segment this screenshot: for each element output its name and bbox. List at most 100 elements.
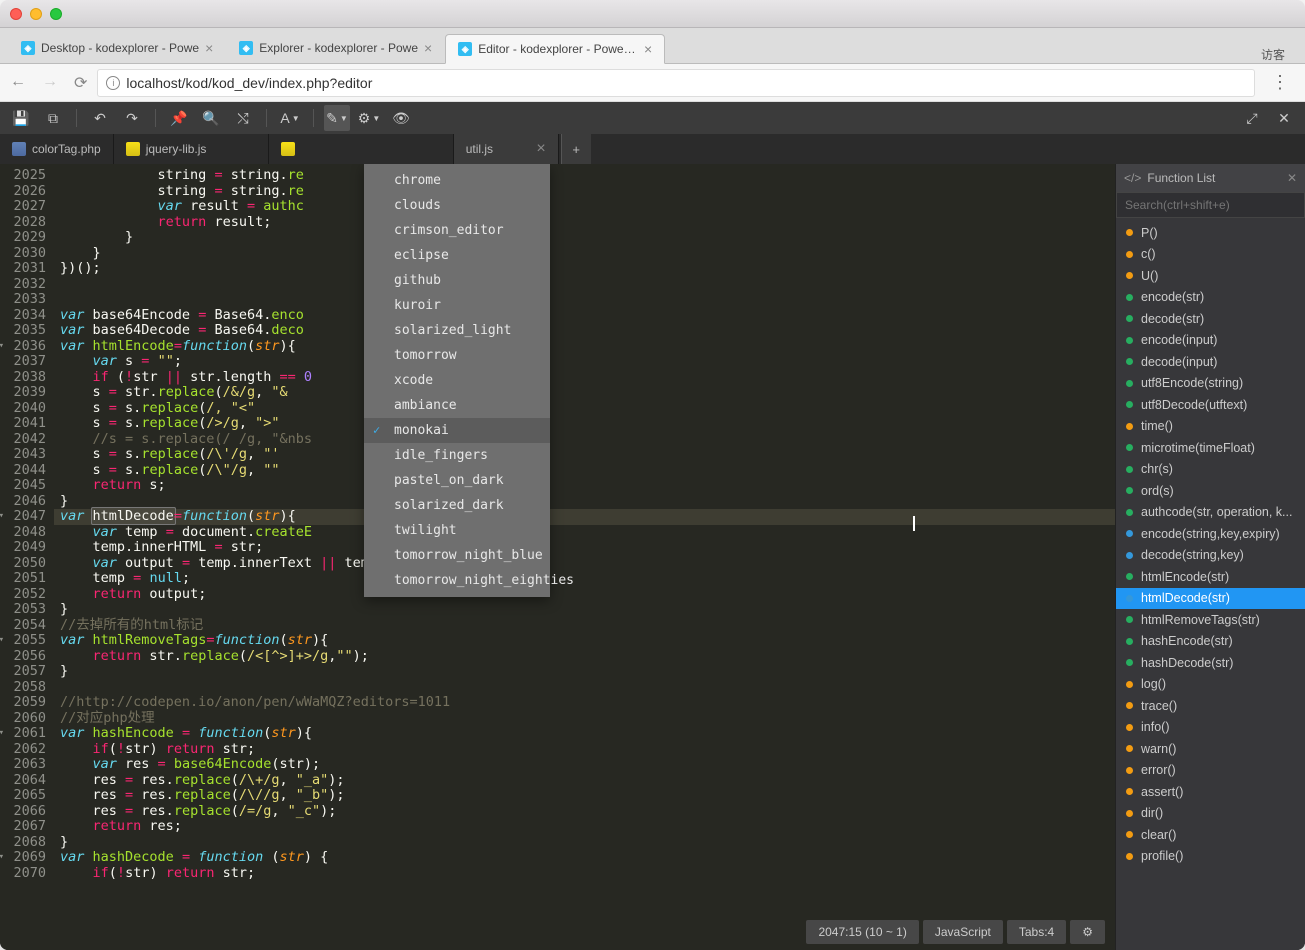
theme-option[interactable]: github	[364, 268, 550, 293]
function-list-item[interactable]: c()	[1116, 244, 1305, 266]
visitor-label: 访客	[1261, 46, 1305, 63]
back-icon[interactable]: ←	[10, 73, 26, 93]
function-list-item[interactable]: clear()	[1116, 824, 1305, 846]
favicon-icon: ◈	[21, 41, 35, 55]
window-zoom-icon[interactable]	[50, 8, 62, 20]
function-list-item[interactable]: decode(input)	[1116, 351, 1305, 373]
browser-tab[interactable]: ◈ Desktop - kodexplorer - Powe ×	[8, 33, 226, 63]
function-list-item[interactable]: hashEncode(str)	[1116, 631, 1305, 653]
theme-option[interactable]: pastel_on_dark	[364, 468, 550, 493]
close-icon[interactable]: ×	[536, 140, 545, 158]
theme-option[interactable]: eclipse	[364, 243, 550, 268]
browser-tab[interactable]: ◈ Editor - kodexplorer - Powered ×	[445, 34, 665, 64]
file-tab[interactable]: colorTag.php	[0, 134, 114, 164]
function-list-item[interactable]: profile()	[1116, 846, 1305, 868]
function-list-item[interactable]: P()	[1116, 222, 1305, 244]
function-list-item[interactable]: time()	[1116, 416, 1305, 438]
function-list-item[interactable]: trace()	[1116, 695, 1305, 717]
undo-icon[interactable]: ↶	[87, 105, 113, 131]
panel-close-icon[interactable]: ✕	[1287, 171, 1297, 185]
function-search-input[interactable]	[1116, 192, 1305, 218]
function-list-item[interactable]: info()	[1116, 717, 1305, 739]
new-tab-button[interactable]: +	[561, 134, 591, 164]
function-list-item[interactable]: encode(string,key,expiry)	[1116, 523, 1305, 545]
language-mode[interactable]: JavaScript	[923, 920, 1003, 944]
browser-menu-icon[interactable]: ⋮	[1265, 72, 1295, 93]
function-list-item[interactable]: assert()	[1116, 781, 1305, 803]
copy-icon[interactable]: ⧉	[40, 105, 66, 131]
function-list-item[interactable]: error()	[1116, 760, 1305, 782]
fullscreen-icon[interactable]: ✕	[1271, 105, 1297, 131]
theme-option[interactable]: chrome	[364, 168, 550, 193]
preview-icon[interactable]: 👁	[388, 105, 414, 131]
function-list-item[interactable]: htmlRemoveTags(str)	[1116, 609, 1305, 631]
theme-option[interactable]: solarized_light	[364, 318, 550, 343]
file-tab[interactable]: util.js ×	[454, 134, 559, 164]
function-list: P()c()U()encode(str)decode(str)encode(in…	[1116, 218, 1305, 950]
theme-option[interactable]: idle_fingers	[364, 443, 550, 468]
forward-icon[interactable]: →	[42, 73, 58, 93]
function-list-item[interactable]: authcode(str, operation, k...	[1116, 502, 1305, 524]
function-list-item[interactable]: htmlEncode(str)	[1116, 566, 1305, 588]
search-icon[interactable]: 🔍	[198, 105, 224, 131]
theme-option[interactable]: tomorrow_night_blue	[364, 543, 550, 568]
theme-option[interactable]: solarized_dark	[364, 493, 550, 518]
theme-option[interactable]: kuroir	[364, 293, 550, 318]
theme-option[interactable]: xcode	[364, 368, 550, 393]
reload-icon[interactable]: ⟳	[74, 73, 87, 93]
font-menu-button[interactable]: A▼	[277, 105, 303, 131]
pin-icon[interactable]: 📌	[166, 105, 192, 131]
file-tab-label: util.js	[466, 142, 493, 156]
theme-menu-button[interactable]: ✎▼	[324, 105, 350, 131]
settings-icon[interactable]: ⚙	[1070, 920, 1105, 944]
function-list-item[interactable]: encode(str)	[1116, 287, 1305, 309]
file-tab[interactable]	[269, 134, 454, 164]
panel-title: Function List	[1147, 171, 1215, 185]
function-list-item[interactable]: dir()	[1116, 803, 1305, 825]
function-list-item[interactable]: hashDecode(str)	[1116, 652, 1305, 674]
tab-close-icon[interactable]: ×	[205, 40, 213, 56]
function-list-item[interactable]: utf8Encode(string)	[1116, 373, 1305, 395]
function-list-item[interactable]: microtime(timeFloat)	[1116, 437, 1305, 459]
function-list-item[interactable]: utf8Decode(utftext)	[1116, 394, 1305, 416]
theme-option[interactable]: tomorrow	[364, 343, 550, 368]
code-editor[interactable]: 2025202620272028202920302031203220332034…	[0, 164, 1115, 950]
file-tab[interactable]: jquery-lib.js	[114, 134, 269, 164]
browser-tab[interactable]: ◈ Explorer - kodexplorer - Powe ×	[226, 33, 445, 63]
collapse-icon[interactable]: ⤢	[1239, 105, 1265, 131]
window-minimize-icon[interactable]	[30, 8, 42, 20]
function-list-item[interactable]: encode(input)	[1116, 330, 1305, 352]
site-info-icon[interactable]: i	[106, 76, 120, 90]
status-bar: 2047:15 (10 ~ 1) JavaScript Tabs:4 ⚙	[806, 920, 1105, 944]
tab-close-icon[interactable]: ×	[644, 41, 652, 57]
app-window: ◈ Desktop - kodexplorer - Powe × ◈ Explo…	[0, 0, 1305, 950]
macos-titlebar	[0, 0, 1305, 28]
window-close-icon[interactable]	[10, 8, 22, 20]
address-input[interactable]: i localhost/kod/kod_dev/index.php?editor	[97, 69, 1255, 97]
function-list-item[interactable]: htmlDecode(str)	[1116, 588, 1305, 610]
function-list-item[interactable]: log()	[1116, 674, 1305, 696]
theme-option[interactable]: tomorrow_night_eighties	[364, 568, 550, 593]
cursor-position[interactable]: 2047:15 (10 ~ 1)	[806, 920, 918, 944]
browser-tabs: ◈ Desktop - kodexplorer - Powe × ◈ Explo…	[0, 28, 1305, 64]
theme-option[interactable]: crimson_editor	[364, 218, 550, 243]
shuffle-icon[interactable]: ⤭	[230, 105, 256, 131]
function-list-item[interactable]: U()	[1116, 265, 1305, 287]
theme-option[interactable]: clouds	[364, 193, 550, 218]
settings-menu-button[interactable]: ⚙▼	[356, 105, 382, 131]
save-icon[interactable]: 💾	[8, 105, 34, 131]
function-list-item[interactable]: decode(str)	[1116, 308, 1305, 330]
function-list-item[interactable]: ord(s)	[1116, 480, 1305, 502]
tab-size[interactable]: Tabs:4	[1007, 920, 1066, 944]
redo-icon[interactable]: ↷	[119, 105, 145, 131]
tab-close-icon[interactable]: ×	[424, 40, 432, 56]
theme-option[interactable]: ambiance	[364, 393, 550, 418]
php-file-icon	[12, 142, 26, 156]
theme-option[interactable]: ✓monokai	[364, 418, 550, 443]
function-list-item[interactable]: chr(s)	[1116, 459, 1305, 481]
url-text: localhost/kod/kod_dev/index.php?editor	[126, 75, 372, 91]
theme-option[interactable]: twilight	[364, 518, 550, 543]
function-list-item[interactable]: warn()	[1116, 738, 1305, 760]
code-area[interactable]: string = string.re string = string.re va…	[54, 164, 1115, 950]
function-list-item[interactable]: decode(string,key)	[1116, 545, 1305, 567]
